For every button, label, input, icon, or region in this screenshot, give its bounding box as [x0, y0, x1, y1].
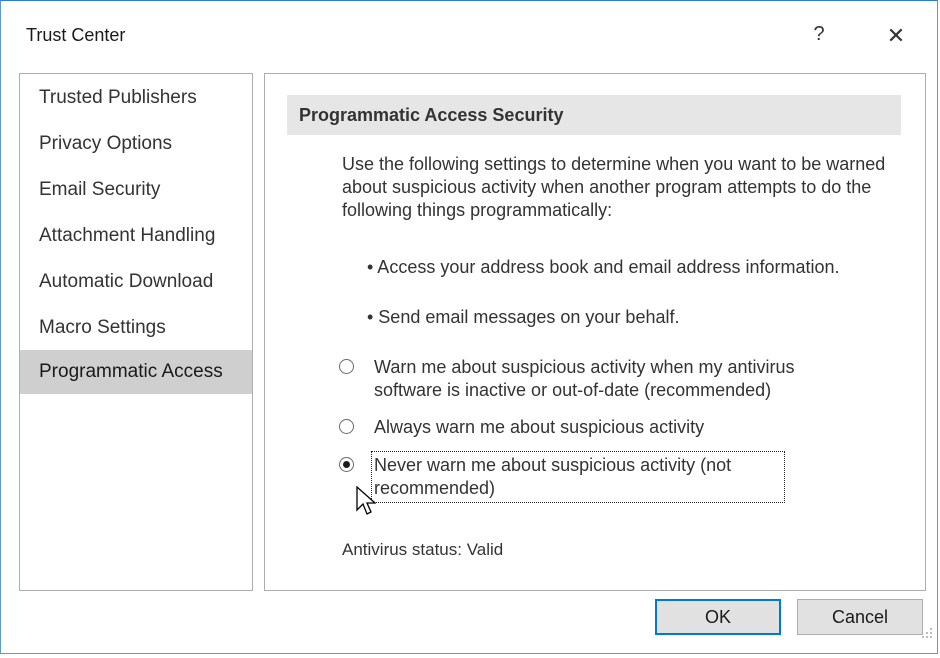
cancel-button[interactable]: Cancel	[797, 599, 923, 635]
trust-center-dialog: Trust Center ? ✕ Trusted Publishers Priv…	[0, 0, 938, 654]
dialog-title: Trust Center	[26, 25, 126, 45]
arrow-cursor-icon	[356, 486, 376, 515]
ok-button[interactable]: OK	[655, 599, 781, 635]
sidebar: Trusted Publishers Privacy Options Email…	[19, 73, 253, 591]
sidebar-item-trusted-publishers[interactable]: Trusted Publishers	[20, 76, 252, 120]
antivirus-status: Antivirus status: Valid	[342, 540, 504, 559]
help-button[interactable]: ?	[809, 23, 829, 49]
option-label[interactable]: Never warn me about suspicious activity …	[371, 451, 785, 503]
option-label[interactable]: Warn me about suspicious activity when m…	[374, 356, 854, 402]
sidebar-item-macro-settings[interactable]: Macro Settings	[20, 306, 252, 350]
radio-button[interactable]	[339, 359, 354, 374]
sidebar-item-email-security[interactable]: Email Security	[20, 168, 252, 212]
option-always-warn[interactable]: Always warn me about suspicious activity	[339, 416, 879, 442]
radio-button[interactable]	[339, 419, 354, 434]
bullet-text: • Access your address book and email add…	[367, 257, 840, 277]
section-header: Programmatic Access Security	[287, 95, 901, 135]
bullet-text: • Send email messages on your behalf.	[367, 307, 680, 327]
option-label[interactable]: Always warn me about suspicious activity	[374, 416, 854, 439]
sidebar-item-automatic-download[interactable]: Automatic Download	[20, 260, 252, 304]
radio-selected-dot	[343, 461, 350, 468]
option-never-warn[interactable]: Never warn me about suspicious activity …	[339, 451, 879, 504]
bullet-send-email: • Send email messages on your behalf.	[342, 306, 902, 329]
sidebar-item-attachment-handling[interactable]: Attachment Handling	[20, 214, 252, 258]
resize-grip-icon[interactable]	[921, 627, 933, 639]
radio-button[interactable]	[339, 457, 354, 472]
title-bar: Trust Center ? ✕	[1, 1, 937, 67]
sidebar-item-programmatic-access[interactable]: Programmatic Access	[20, 350, 252, 394]
description-text: Use the following settings to determine …	[342, 154, 886, 220]
close-button[interactable]: ✕	[881, 23, 911, 49]
sidebar-item-privacy-options[interactable]: Privacy Options	[20, 122, 252, 166]
option-warn-antivirus[interactable]: Warn me about suspicious activity when m…	[339, 356, 879, 406]
bullet-address-book: • Access your address book and email add…	[342, 256, 902, 279]
